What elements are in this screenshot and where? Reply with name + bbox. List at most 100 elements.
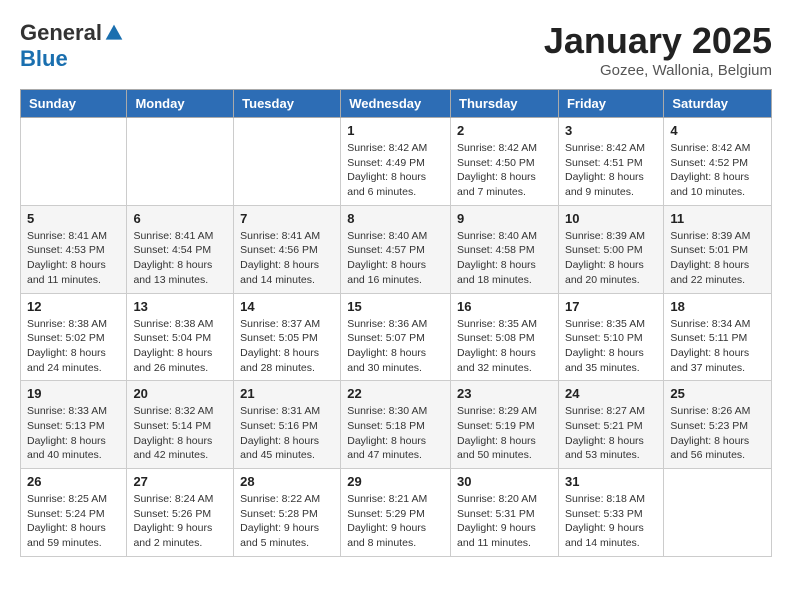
day-number: 18 (670, 299, 765, 314)
day-info: Sunrise: 8:37 AM Sunset: 5:05 PM Dayligh… (240, 317, 334, 376)
calendar-week-row: 1 Sunrise: 8:42 AM Sunset: 4:49 PM Daylig… (21, 118, 772, 206)
day-number: 10 (565, 211, 657, 226)
day-info: Sunrise: 8:41 AM Sunset: 4:56 PM Dayligh… (240, 229, 334, 288)
logo-icon (104, 23, 124, 43)
calendar-week-row: 5Sunrise: 8:41 AM Sunset: 4:53 PM Daylig… (21, 205, 772, 293)
day-info: Sunrise: 8:30 AM Sunset: 5:18 PM Dayligh… (347, 404, 444, 463)
logo: General Blue (20, 20, 124, 72)
day-info: Sunrise: 8:20 AM Sunset: 5:31 PM Dayligh… (457, 492, 552, 551)
day-number: 26 (27, 474, 120, 489)
day-info: Sunrise: 8:27 AM Sunset: 5:21 PM Dayligh… (565, 404, 657, 463)
day-info: Sunrise: 8:40 AM Sunset: 4:58 PM Dayligh… (457, 229, 552, 288)
day-number: 17 (565, 299, 657, 314)
day-info: Sunrise: 8:38 AM Sunset: 5:04 PM Dayligh… (133, 317, 227, 376)
calendar-cell: 27 Sunrise: 8:24 AM Sunset: 5:26 PM Dayli… (127, 469, 234, 557)
day-number: 5 (27, 211, 120, 226)
calendar-cell (127, 118, 234, 206)
day-number: 1 (347, 123, 444, 138)
calendar-cell: 26 Sunrise: 8:25 AM Sunset: 5:24 PM Dayli… (21, 469, 127, 557)
weekday-header: Saturday (664, 90, 772, 118)
calendar-cell: 14 Sunrise: 8:37 AM Sunset: 5:05 PM Dayli… (234, 293, 341, 381)
day-number: 19 (27, 386, 120, 401)
day-number: 4 (670, 123, 765, 138)
calendar-cell (234, 118, 341, 206)
day-number: 23 (457, 386, 552, 401)
logo-general-text: General (20, 20, 102, 46)
calendar-cell: 11 Sunrise: 8:39 AM Sunset: 5:01 PM Dayli… (664, 205, 772, 293)
day-number: 3 (565, 123, 657, 138)
day-info: Sunrise: 8:33 AM Sunset: 5:13 PM Dayligh… (27, 404, 120, 463)
calendar-cell (21, 118, 127, 206)
calendar-week-row: 26 Sunrise: 8:25 AM Sunset: 5:24 PM Dayli… (21, 469, 772, 557)
calendar-cell: 31Sunrise: 8:18 AM Sunset: 5:33 PM Dayli… (558, 469, 663, 557)
calendar-week-row: 19 Sunrise: 8:33 AM Sunset: 5:13 PM Dayli… (21, 381, 772, 469)
day-info: Sunrise: 8:21 AM Sunset: 5:29 PM Dayligh… (347, 492, 444, 551)
day-info: Sunrise: 8:42 AM Sunset: 4:51 PM Dayligh… (565, 141, 657, 200)
day-info: Sunrise: 8:38 AM Sunset: 5:02 PM Dayligh… (27, 317, 120, 376)
calendar-cell: 28 Sunrise: 8:22 AM Sunset: 5:28 PM Dayli… (234, 469, 341, 557)
day-info: Sunrise: 8:41 AM Sunset: 4:54 PM Dayligh… (133, 229, 227, 288)
calendar-cell: 29Sunrise: 8:21 AM Sunset: 5:29 PM Dayli… (341, 469, 451, 557)
calendar-cell: 15 Sunrise: 8:36 AM Sunset: 5:07 PM Dayli… (341, 293, 451, 381)
day-number: 12 (27, 299, 120, 314)
day-number: 11 (670, 211, 765, 226)
day-number: 14 (240, 299, 334, 314)
calendar-cell: 10 Sunrise: 8:39 AM Sunset: 5:00 PM Dayli… (558, 205, 663, 293)
day-info: Sunrise: 8:25 AM Sunset: 5:24 PM Dayligh… (27, 492, 120, 551)
month-title: January 2025 (544, 20, 772, 62)
day-number: 16 (457, 299, 552, 314)
calendar-cell: 4 Sunrise: 8:42 AM Sunset: 4:52 PM Daylig… (664, 118, 772, 206)
calendar-table: SundayMondayTuesdayWednesdayThursdayFrid… (20, 89, 772, 557)
day-number: 15 (347, 299, 444, 314)
day-number: 28 (240, 474, 334, 489)
day-info: Sunrise: 8:31 AM Sunset: 5:16 PM Dayligh… (240, 404, 334, 463)
day-number: 25 (670, 386, 765, 401)
day-info: Sunrise: 8:42 AM Sunset: 4:50 PM Dayligh… (457, 141, 552, 200)
day-info: Sunrise: 8:35 AM Sunset: 5:10 PM Dayligh… (565, 317, 657, 376)
calendar-cell: 13 Sunrise: 8:38 AM Sunset: 5:04 PM Dayli… (127, 293, 234, 381)
location-text: Gozee, Wallonia, Belgium (544, 62, 772, 79)
calendar-cell: 6Sunrise: 8:41 AM Sunset: 4:54 PM Daylig… (127, 205, 234, 293)
day-number: 9 (457, 211, 552, 226)
calendar-header-row: SundayMondayTuesdayWednesdayThursdayFrid… (21, 90, 772, 118)
day-number: 20 (133, 386, 227, 401)
calendar-cell: 23 Sunrise: 8:29 AM Sunset: 5:19 PM Dayli… (451, 381, 559, 469)
day-info: Sunrise: 8:39 AM Sunset: 5:01 PM Dayligh… (670, 229, 765, 288)
day-info: Sunrise: 8:29 AM Sunset: 5:19 PM Dayligh… (457, 404, 552, 463)
day-info: Sunrise: 8:32 AM Sunset: 5:14 PM Dayligh… (133, 404, 227, 463)
calendar-cell: 9 Sunrise: 8:40 AM Sunset: 4:58 PM Daylig… (451, 205, 559, 293)
calendar-cell: 24Sunrise: 8:27 AM Sunset: 5:21 PM Dayli… (558, 381, 663, 469)
day-info: Sunrise: 8:22 AM Sunset: 5:28 PM Dayligh… (240, 492, 334, 551)
calendar-cell: 17 Sunrise: 8:35 AM Sunset: 5:10 PM Dayli… (558, 293, 663, 381)
calendar-cell (664, 469, 772, 557)
weekday-header: Wednesday (341, 90, 451, 118)
day-number: 21 (240, 386, 334, 401)
calendar-cell: 25Sunrise: 8:26 AM Sunset: 5:23 PM Dayli… (664, 381, 772, 469)
day-info: Sunrise: 8:24 AM Sunset: 5:26 PM Dayligh… (133, 492, 227, 551)
day-number: 7 (240, 211, 334, 226)
calendar-cell: 16 Sunrise: 8:35 AM Sunset: 5:08 PM Dayli… (451, 293, 559, 381)
weekday-header: Tuesday (234, 90, 341, 118)
day-info: Sunrise: 8:40 AM Sunset: 4:57 PM Dayligh… (347, 229, 444, 288)
day-number: 13 (133, 299, 227, 314)
calendar-cell: 2 Sunrise: 8:42 AM Sunset: 4:50 PM Daylig… (451, 118, 559, 206)
weekday-header: Friday (558, 90, 663, 118)
day-info: Sunrise: 8:42 AM Sunset: 4:52 PM Dayligh… (670, 141, 765, 200)
day-number: 27 (133, 474, 227, 489)
calendar-cell: 8Sunrise: 8:40 AM Sunset: 4:57 PM Daylig… (341, 205, 451, 293)
day-info: Sunrise: 8:42 AM Sunset: 4:49 PM Dayligh… (347, 141, 444, 200)
calendar-week-row: 12 Sunrise: 8:38 AM Sunset: 5:02 PM Dayli… (21, 293, 772, 381)
day-info: Sunrise: 8:35 AM Sunset: 5:08 PM Dayligh… (457, 317, 552, 376)
calendar-cell: 5Sunrise: 8:41 AM Sunset: 4:53 PM Daylig… (21, 205, 127, 293)
day-number: 2 (457, 123, 552, 138)
day-info: Sunrise: 8:36 AM Sunset: 5:07 PM Dayligh… (347, 317, 444, 376)
page-header: General Blue January 2025 Gozee, Walloni… (20, 20, 772, 79)
weekday-header: Monday (127, 90, 234, 118)
day-info: Sunrise: 8:39 AM Sunset: 5:00 PM Dayligh… (565, 229, 657, 288)
logo-blue-text: Blue (20, 46, 68, 72)
day-number: 22 (347, 386, 444, 401)
title-block: January 2025 Gozee, Wallonia, Belgium (544, 20, 772, 79)
calendar-cell: 20 Sunrise: 8:32 AM Sunset: 5:14 PM Dayli… (127, 381, 234, 469)
calendar-cell: 12 Sunrise: 8:38 AM Sunset: 5:02 PM Dayli… (21, 293, 127, 381)
weekday-header: Sunday (21, 90, 127, 118)
